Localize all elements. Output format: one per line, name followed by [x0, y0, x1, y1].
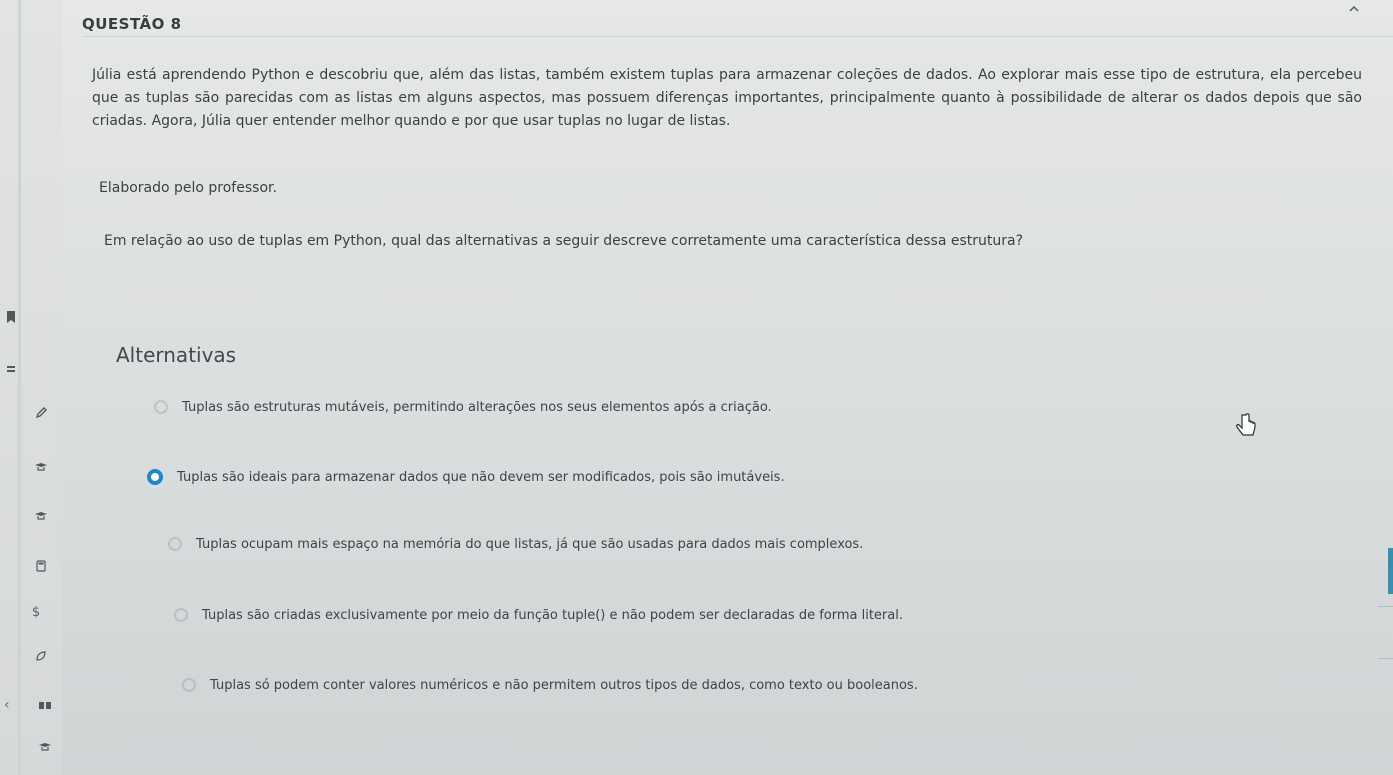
graduation-cap-icon[interactable] [30, 458, 52, 476]
alternative-option[interactable]: Tuplas ocupam mais espaço na memória do … [168, 533, 863, 555]
dollar-icon[interactable]: $ [25, 603, 47, 621]
question-title: QUESTÃO 8 [82, 15, 182, 33]
edge-rule [1378, 658, 1393, 659]
chevron-up-icon[interactable] [1343, 0, 1365, 18]
question-statement: Júlia está aprendendo Python e descobriu… [92, 67, 1362, 129]
alternative-text[interactable]: Tuplas são ideais para armazenar dados q… [177, 470, 785, 485]
header-divider [82, 36, 1393, 37]
scroll-indicator [1388, 548, 1393, 594]
hand-cursor-icon [1233, 412, 1259, 440]
book-icon[interactable] [34, 696, 56, 714]
sidebar-divider [18, 0, 21, 775]
left-sidebar: $ ‹ [0, 0, 62, 775]
edge-rule [1378, 606, 1393, 607]
alternative-option[interactable]: Tuplas só podem conter valores numéricos… [182, 674, 918, 696]
calculator-icon[interactable] [30, 557, 52, 575]
alternatives-heading: Alternativas [116, 343, 237, 367]
graduation-cap-icon[interactable] [30, 507, 52, 525]
question-source: Elaborado pelo professor. [99, 180, 277, 196]
alternative-option[interactable]: Tuplas são estruturas mutáveis, permitin… [154, 396, 772, 418]
alternative-option[interactable]: Tuplas são ideais para armazenar dados q… [147, 466, 785, 488]
bookmark-icon[interactable] [0, 308, 22, 326]
radio-button[interactable] [168, 537, 182, 551]
radio-button-selected[interactable] [147, 469, 163, 485]
radio-button[interactable] [182, 678, 196, 692]
alternative-text[interactable]: Tuplas são criadas exclusivamente por me… [202, 608, 903, 623]
alternative-text[interactable]: Tuplas são estruturas mutáveis, permitin… [182, 400, 772, 415]
chevron-left-icon[interactable]: ‹ [4, 697, 10, 713]
alternative-option[interactable]: Tuplas são criadas exclusivamente por me… [174, 604, 903, 626]
alternative-text[interactable]: Tuplas só podem conter valores numéricos… [210, 678, 918, 693]
question-prompt: Em relação ao uso de tuplas em Python, q… [104, 233, 1024, 249]
radio-button[interactable] [174, 608, 188, 622]
leaf-icon[interactable] [30, 647, 52, 665]
graduation-cap-icon[interactable] [34, 738, 56, 756]
alternative-text[interactable]: Tuplas ocupam mais espaço na memória do … [196, 537, 863, 552]
stack-icon[interactable] [0, 360, 22, 378]
radio-button[interactable] [154, 400, 168, 414]
pencil-icon[interactable] [30, 404, 52, 422]
